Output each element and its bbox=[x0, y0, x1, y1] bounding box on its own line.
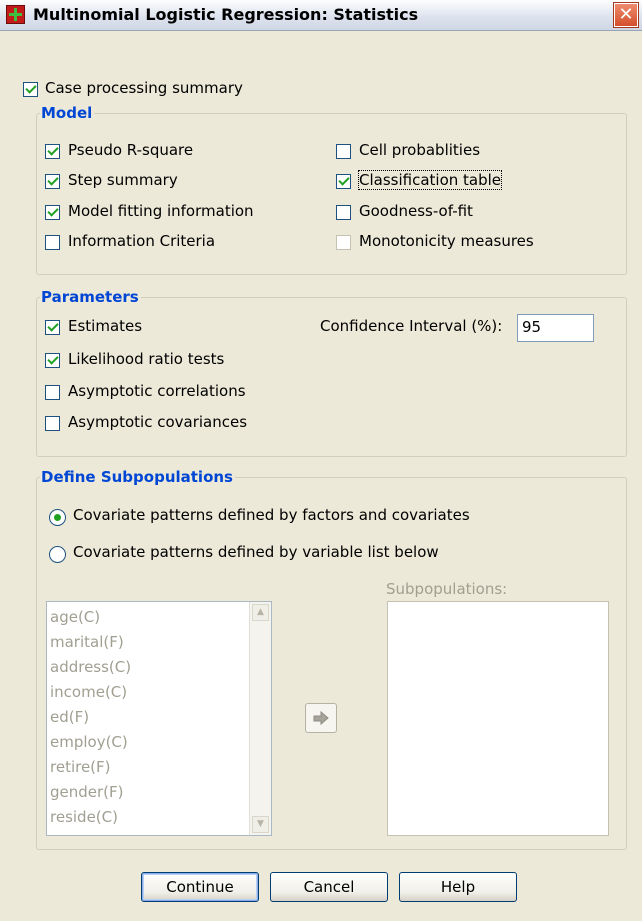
list-item[interactable]: reside(C) bbox=[50, 808, 118, 826]
asymptotic-covariances-checkbox[interactable] bbox=[45, 416, 60, 431]
list-item[interactable]: marital(F) bbox=[50, 633, 124, 651]
subpopulations-group-title: Define Subpopulations bbox=[40, 468, 235, 486]
cell-probabilities-label: Cell probablities bbox=[359, 141, 481, 159]
likelihood-ratio-checkbox[interactable] bbox=[45, 353, 60, 368]
model-fitting-checkbox[interactable] bbox=[45, 205, 60, 220]
parameters-group-title: Parameters bbox=[40, 288, 141, 306]
scroll-down-icon[interactable]: ▼ bbox=[252, 816, 269, 833]
monotonicity-checkbox[interactable] bbox=[336, 235, 351, 250]
right-arrow-icon bbox=[313, 710, 329, 726]
pseudo-r-square-label: Pseudo R-square bbox=[68, 141, 194, 159]
model-fitting-label: Model fitting information bbox=[68, 202, 254, 220]
likelihood-ratio-label: Likelihood ratio tests bbox=[68, 350, 225, 368]
cancel-button[interactable]: Cancel bbox=[270, 872, 388, 902]
goodness-of-fit-label: Goodness-of-fit bbox=[359, 202, 473, 220]
asymptotic-correlations-label: Asymptotic correlations bbox=[68, 382, 246, 400]
information-criteria-checkbox[interactable] bbox=[45, 235, 60, 250]
variable-list-label: Covariate patterns defined by variable l… bbox=[73, 543, 439, 561]
move-to-subpopulations-button[interactable] bbox=[305, 703, 337, 733]
monotonicity-label: Monotonicity measures bbox=[359, 232, 534, 250]
statistics-dialog: Multinomial Logistic Regression: Statist… bbox=[0, 0, 642, 921]
variable-listbox[interactable]: age(C) marital(F) address(C) income(C) e… bbox=[46, 601, 272, 836]
close-icon[interactable]: ✕ bbox=[613, 2, 639, 28]
spss-dialog-icon bbox=[6, 5, 25, 24]
list-item[interactable]: age(C) bbox=[50, 608, 100, 626]
step-summary-label: Step summary bbox=[68, 171, 178, 189]
pseudo-r-square-checkbox[interactable] bbox=[45, 144, 60, 159]
continue-button[interactable]: Continue bbox=[141, 872, 259, 902]
confidence-interval-label: Confidence Interval (%): bbox=[320, 317, 503, 335]
classification-table-checkbox[interactable] bbox=[336, 174, 351, 189]
model-group-title: Model bbox=[40, 104, 95, 122]
case-processing-checkbox[interactable] bbox=[23, 82, 38, 97]
case-processing-label: Case processing summary bbox=[45, 79, 243, 97]
list-item[interactable]: employ(C) bbox=[50, 733, 128, 751]
classification-table-label: Classification table bbox=[357, 170, 503, 190]
estimates-checkbox[interactable] bbox=[45, 320, 60, 335]
variable-list-scrollbar[interactable]: ▲ ▼ bbox=[249, 602, 271, 835]
help-button[interactable]: Help bbox=[399, 872, 517, 902]
subpopulations-listbox[interactable] bbox=[387, 601, 609, 836]
window-title: Multinomial Logistic Regression: Statist… bbox=[33, 5, 419, 24]
asymptotic-covariances-label: Asymptotic covariances bbox=[68, 413, 248, 431]
title-bar: Multinomial Logistic Regression: Statist… bbox=[0, 0, 642, 31]
asymptotic-correlations-checkbox[interactable] bbox=[45, 385, 60, 400]
variable-list-radio[interactable] bbox=[49, 546, 66, 563]
estimates-label: Estimates bbox=[68, 317, 143, 335]
goodness-of-fit-checkbox[interactable] bbox=[336, 205, 351, 220]
subpopulations-label: Subpopulations: bbox=[386, 580, 508, 598]
cell-probabilities-checkbox[interactable] bbox=[336, 144, 351, 159]
factors-covariates-label: Covariate patterns defined by factors an… bbox=[73, 506, 470, 524]
list-item[interactable]: ed(F) bbox=[50, 708, 89, 726]
confidence-interval-input[interactable]: 95 bbox=[517, 314, 594, 342]
information-criteria-label: Information Criteria bbox=[68, 232, 216, 250]
list-item[interactable]: gender(F) bbox=[50, 783, 124, 801]
scroll-up-icon[interactable]: ▲ bbox=[252, 604, 269, 621]
list-item[interactable]: retire(F) bbox=[50, 758, 111, 776]
list-item[interactable]: income(C) bbox=[50, 683, 127, 701]
step-summary-checkbox[interactable] bbox=[45, 174, 60, 189]
list-item[interactable]: address(C) bbox=[50, 658, 131, 676]
factors-covariates-radio[interactable] bbox=[49, 509, 66, 526]
model-group bbox=[36, 113, 627, 275]
